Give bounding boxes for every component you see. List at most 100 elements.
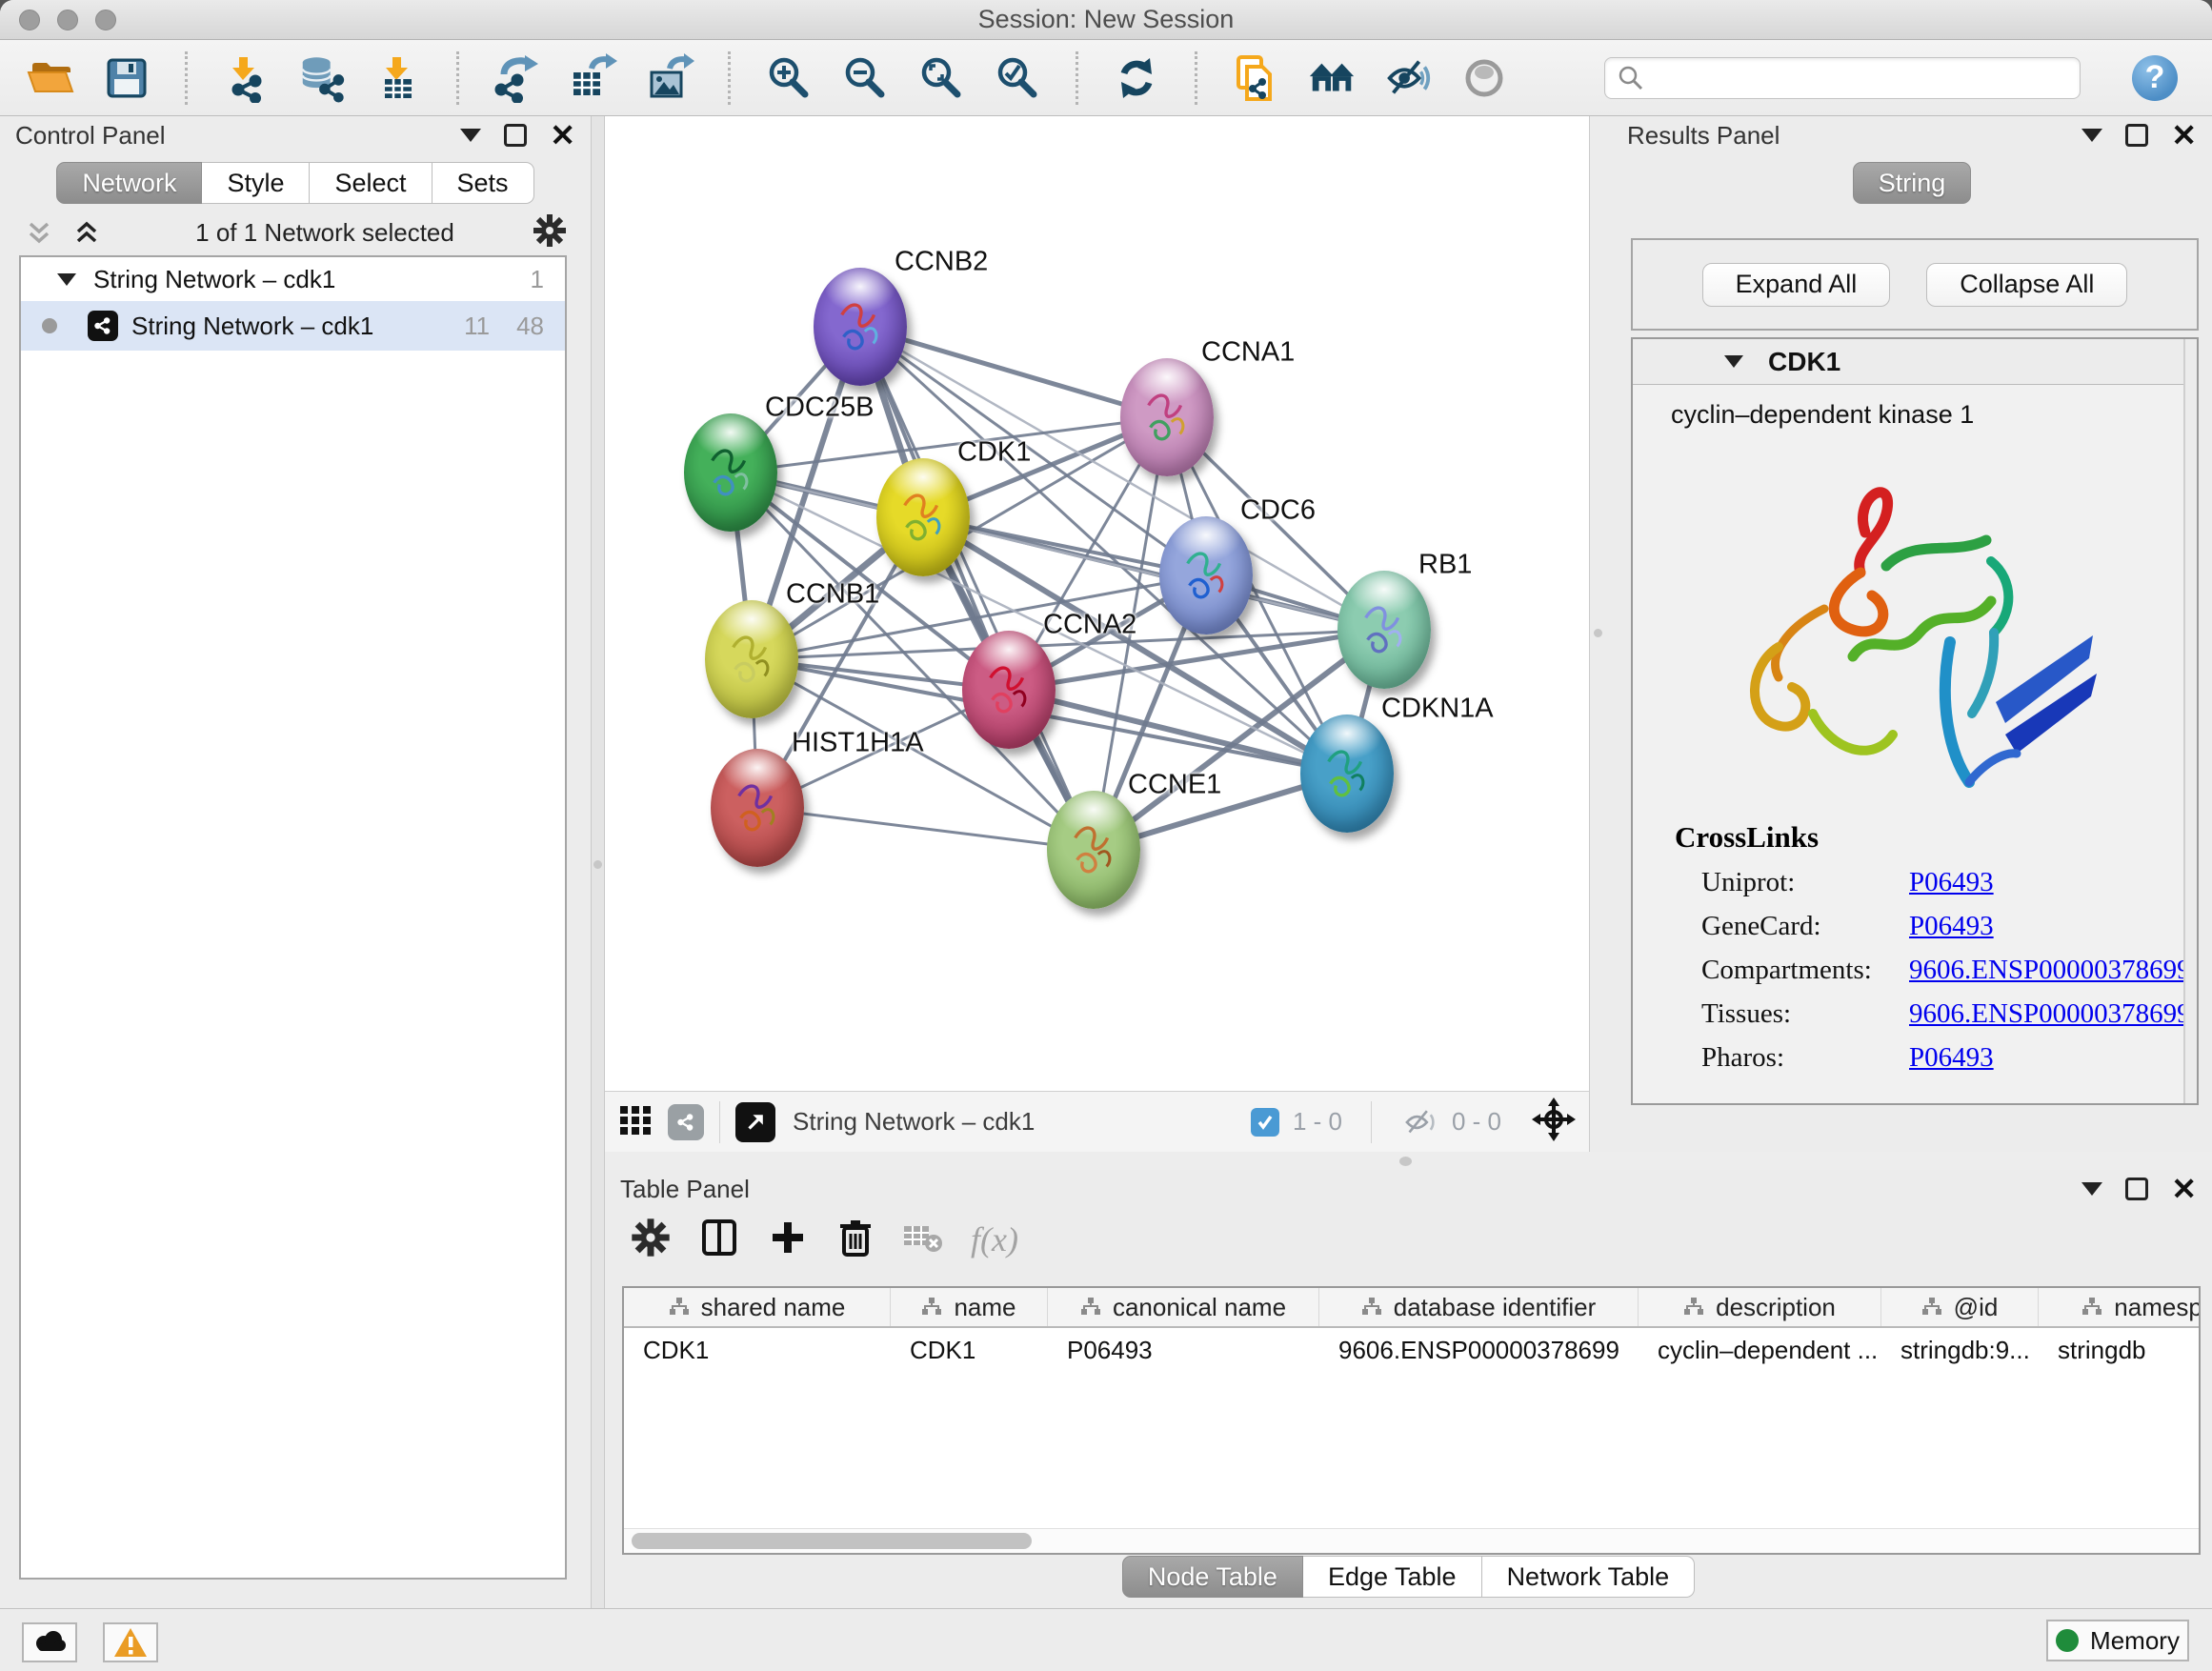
network-canvas[interactable]: CCNB2CCNA1CDC25BCDK1CDC6RB1CCNB1CCNA2CDK…	[605, 116, 1589, 1091]
help-button[interactable]: ?	[2132, 55, 2178, 101]
zoom-fit-button[interactable]	[915, 52, 967, 104]
table-cell[interactable]: 9606.ENSP00000378699	[1319, 1336, 1639, 1365]
network-node-CDKN1A[interactable]	[1300, 715, 1394, 833]
import-network-button[interactable]	[220, 52, 271, 104]
crosslink-link[interactable]: P06493	[1909, 1042, 1994, 1074]
zoom-window-button[interactable]	[95, 10, 116, 30]
tab-network[interactable]: Network	[56, 162, 202, 204]
tab-string[interactable]: String	[1853, 162, 1972, 204]
add-column-icon[interactable]	[767, 1217, 809, 1263]
show-details-button[interactable]	[1458, 52, 1510, 104]
network-edge-CCNE1-CCNB2[interactable]	[860, 327, 1094, 850]
network-node-CCNA1[interactable]	[1120, 358, 1214, 476]
tab-select[interactable]: Select	[310, 162, 432, 204]
copy-network-button[interactable]	[1230, 52, 1281, 104]
search-input[interactable]	[1655, 65, 2068, 91]
column-header-canonical-name[interactable]: canonical name	[1048, 1288, 1319, 1326]
close-window-button[interactable]	[19, 10, 40, 30]
delete-column-icon[interactable]	[835, 1217, 875, 1263]
show-columns-icon[interactable]	[698, 1217, 740, 1263]
cloud-status-button[interactable]	[22, 1622, 77, 1662]
table-cell[interactable]: stringdb:9...	[1881, 1336, 2039, 1365]
warning-status-button[interactable]	[103, 1622, 158, 1662]
table-cell[interactable]: CDK1	[624, 1336, 891, 1365]
tab-node-table[interactable]: Node Table	[1122, 1556, 1303, 1598]
gene-header[interactable]: CDK1	[1633, 339, 2197, 385]
collection-expand-icon[interactable]	[57, 273, 76, 286]
pan-crosshair-icon[interactable]	[1532, 1097, 1576, 1146]
network-node-RB1[interactable]	[1337, 571, 1431, 689]
column-header-database-identifier[interactable]: database identifier	[1319, 1288, 1639, 1326]
hide-details-button[interactable]	[1382, 52, 1434, 104]
open-session-button[interactable]	[25, 52, 76, 104]
export-network-button[interactable]	[492, 52, 543, 104]
column-header-@id[interactable]: @id	[1881, 1288, 2039, 1326]
import-network-database-button[interactable]	[296, 52, 348, 104]
table-horizontal-scrollbar[interactable]	[624, 1528, 2199, 1553]
collapse-all-networks-icon[interactable]	[23, 216, 55, 249]
zoom-selected-button[interactable]	[992, 52, 1043, 104]
collapse-all-button[interactable]: Collapse All	[1926, 263, 2127, 307]
network-edge-CCNE1-HIST1H1A[interactable]	[757, 808, 1094, 850]
minimize-window-button[interactable]	[57, 10, 78, 30]
close-panel-icon[interactable]: ✕	[2171, 1174, 2197, 1204]
update-network-button[interactable]	[1111, 52, 1162, 104]
tab-edge-table[interactable]: Edge Table	[1303, 1556, 1482, 1598]
gene-expand-icon[interactable]	[1724, 355, 1743, 368]
network-overview-button[interactable]	[1306, 52, 1357, 104]
results-scrollbar[interactable]	[2183, 339, 2197, 1103]
left-splitter[interactable]	[591, 116, 605, 1608]
float-panel-icon[interactable]	[2125, 124, 2148, 147]
close-panel-icon[interactable]: ✕	[550, 120, 575, 151]
table-cell[interactable]: cyclin–dependent ...	[1639, 1336, 1881, 1365]
network-node-CDC25B[interactable]	[684, 413, 777, 532]
float-panel-icon[interactable]	[2125, 1178, 2148, 1200]
right-splitter[interactable]	[1589, 116, 1612, 1152]
column-header-description[interactable]: description	[1639, 1288, 1881, 1326]
scrollbar-thumb[interactable]	[632, 1533, 1032, 1549]
export-table-button[interactable]	[568, 52, 619, 104]
collapse-panel-icon[interactable]	[460, 129, 481, 142]
network-collection-row[interactable]: String Network – cdk1 1	[21, 257, 565, 301]
network-node-CDC6[interactable]	[1159, 516, 1253, 634]
network-node-CCNB2[interactable]	[814, 268, 907, 386]
crosslink-link[interactable]: 9606.ENSP00000378699	[1909, 998, 2191, 1030]
table-row[interactable]: CDK1CDK1P064939606.ENSP00000378699cyclin…	[624, 1328, 2199, 1372]
table-cell[interactable]: P06493	[1048, 1336, 1319, 1365]
expand-all-networks-icon[interactable]	[70, 216, 103, 249]
zoom-out-button[interactable]	[839, 52, 891, 104]
crosslink-link[interactable]: P06493	[1909, 867, 1994, 898]
network-node-CCNB1[interactable]	[705, 600, 798, 718]
tab-network-table[interactable]: Network Table	[1482, 1556, 1696, 1598]
zoom-in-button[interactable]	[763, 52, 814, 104]
network-share-view-icon[interactable]	[668, 1104, 704, 1140]
search-box[interactable]	[1604, 57, 2081, 99]
import-table-button[interactable]	[372, 52, 424, 104]
column-header-name[interactable]: name	[891, 1288, 1048, 1326]
save-session-button[interactable]	[101, 52, 152, 104]
network-node-CCNE1[interactable]	[1047, 791, 1140, 909]
collapse-panel-icon[interactable]	[2081, 1182, 2102, 1196]
selected-items-checkbox[interactable]	[1251, 1108, 1279, 1137]
expand-all-button[interactable]: Expand All	[1702, 263, 1891, 307]
crosslink-link[interactable]: P06493	[1909, 911, 1994, 942]
close-panel-icon[interactable]: ✕	[2171, 120, 2197, 151]
network-node-HIST1H1A[interactable]	[711, 749, 804, 867]
crosslink-link[interactable]: 9606.ENSP00000378699	[1909, 955, 2191, 986]
float-panel-icon[interactable]	[504, 124, 527, 147]
collapse-panel-icon[interactable]	[2081, 129, 2102, 142]
column-header-namespace[interactable]: namespace	[2039, 1288, 2201, 1326]
grid-view-icon[interactable]	[618, 1102, 653, 1141]
horizontal-splitter[interactable]	[605, 1152, 2212, 1170]
network-node-CCNA2[interactable]	[962, 631, 1056, 749]
table-cell[interactable]: CDK1	[891, 1336, 1048, 1365]
memory-button[interactable]: Memory	[2046, 1620, 2189, 1661]
column-header-shared-name[interactable]: shared name	[624, 1288, 891, 1326]
table-cell[interactable]: stringdb	[2039, 1336, 2201, 1365]
tab-sets[interactable]: Sets	[432, 162, 534, 204]
tab-style[interactable]: Style	[202, 162, 310, 204]
network-row[interactable]: String Network – cdk1 11 48	[21, 301, 565, 351]
network-options-gear-icon[interactable]	[532, 212, 568, 253]
table-options-gear-icon[interactable]	[630, 1217, 672, 1263]
birds-eye-view-icon[interactable]	[735, 1102, 775, 1142]
